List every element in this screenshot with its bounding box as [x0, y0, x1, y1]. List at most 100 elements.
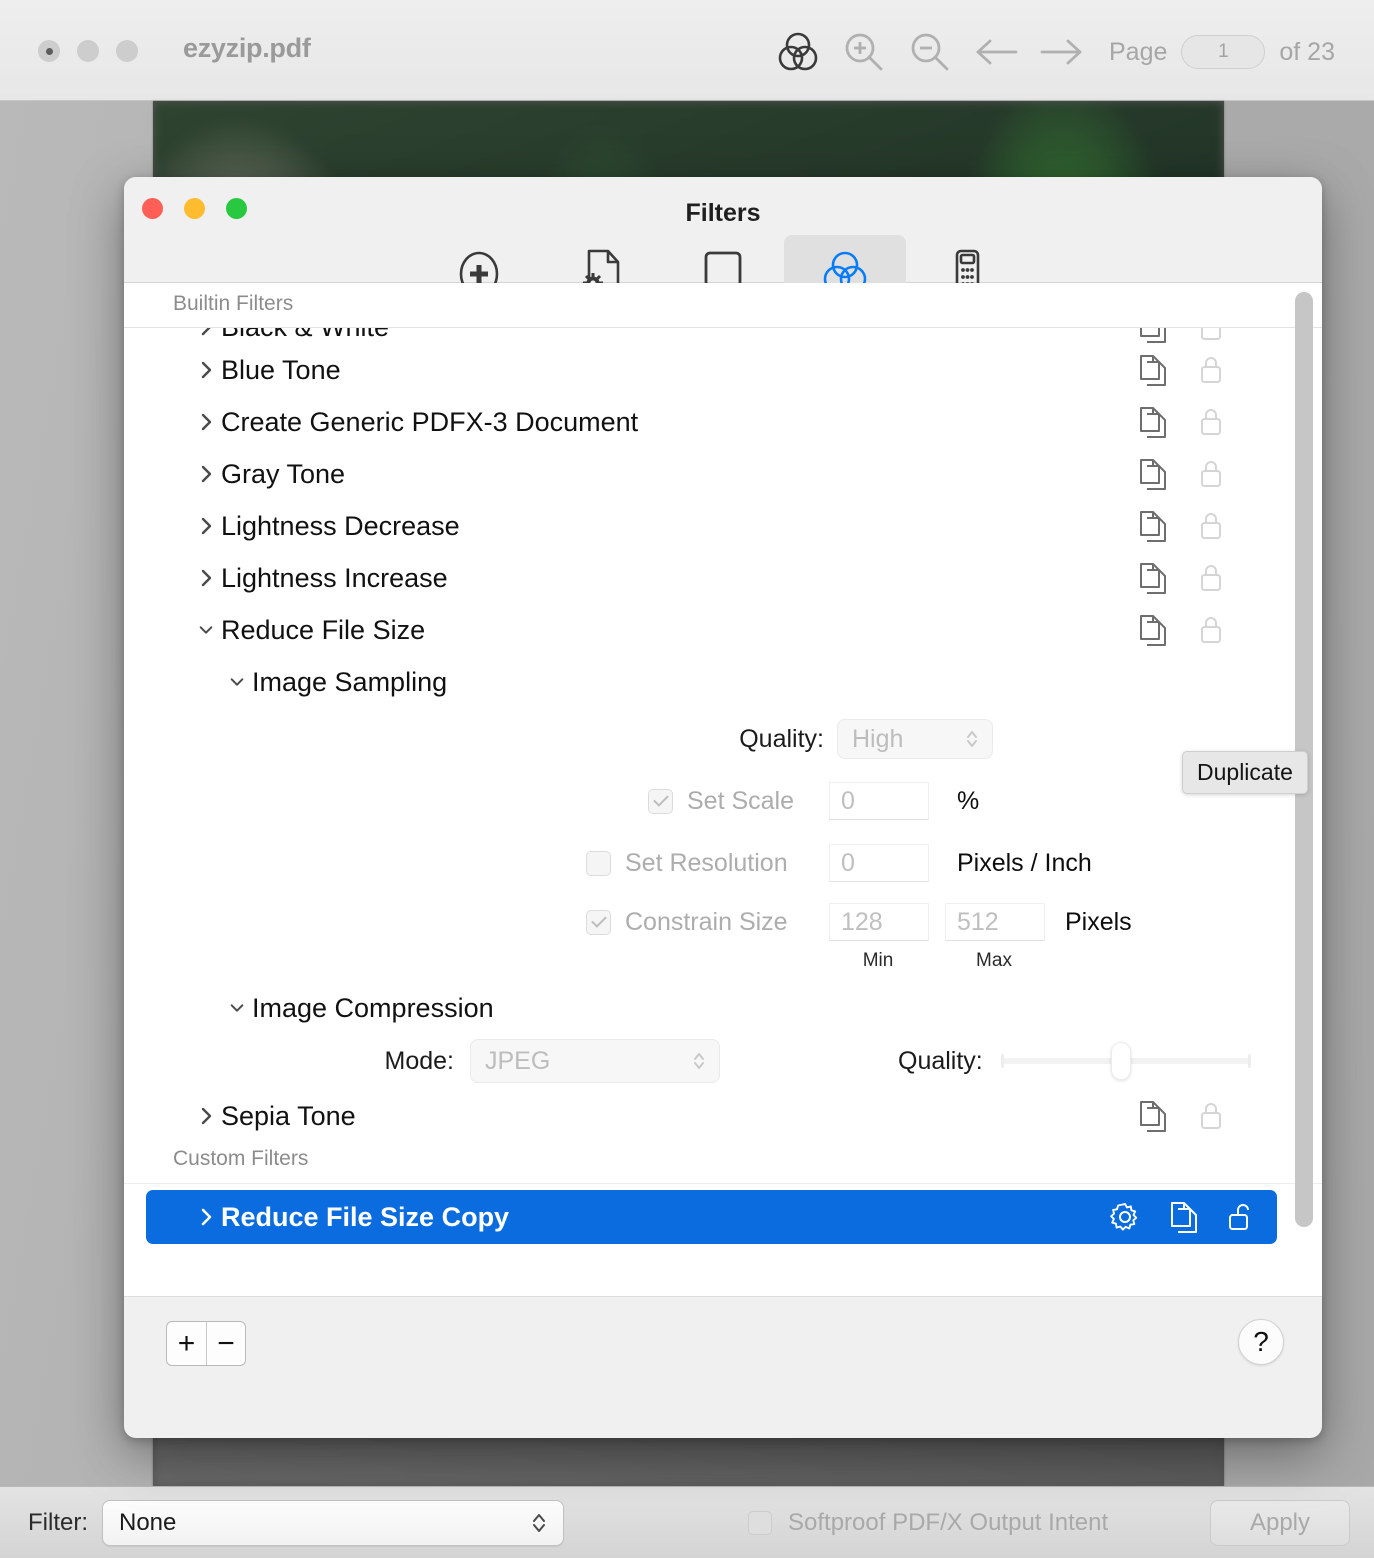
duplicate-icon[interactable]	[1138, 1099, 1168, 1133]
row-actions[interactable]	[1138, 405, 1224, 439]
chevron-right-icon[interactable]	[198, 411, 214, 433]
mode-select[interactable]: JPEG	[470, 1039, 720, 1083]
compression-quality-slider[interactable]	[1001, 1058, 1251, 1064]
set-resolution-input[interactable]: 0	[829, 844, 929, 882]
dialog-close-button[interactable]	[142, 198, 163, 219]
filter-row-lightness-decrease[interactable]: Lightness Decrease	[124, 500, 1322, 552]
row-actions[interactable]	[1138, 613, 1224, 647]
mode-value: JPEG	[485, 1047, 550, 1076]
chevron-right-icon[interactable]	[198, 463, 214, 485]
builtin-filters-label: Builtin Filters	[173, 292, 293, 316]
compression-controls-row: Mode: JPEG Quality:	[124, 1032, 1322, 1090]
constrain-size-unit: Pixels	[1065, 908, 1132, 937]
constrain-size-label: Constrain Size	[625, 908, 807, 937]
softproof-checkbox[interactable]	[748, 1511, 772, 1535]
chevron-right-icon[interactable]	[198, 1105, 214, 1127]
arrow-right-icon[interactable]	[1029, 22, 1095, 82]
quality-select[interactable]: High	[837, 719, 993, 759]
builtin-filters-header: Builtin Filters	[124, 283, 1322, 328]
set-resolution-label: Set Resolution	[625, 849, 807, 878]
filter-name: Create Generic PDFX-3 Document	[221, 407, 638, 438]
row-actions[interactable]	[1138, 457, 1224, 491]
pdf-close-button[interactable]	[38, 40, 60, 62]
duplicate-icon[interactable]	[1138, 613, 1168, 647]
dialog-window-controls[interactable]	[142, 198, 247, 219]
gear-icon[interactable]	[1109, 1201, 1141, 1233]
filters-rows: Black & White Blue Tone	[124, 328, 1322, 1296]
filter-name: Sepia Tone	[221, 1101, 356, 1132]
chevron-down-icon[interactable]	[229, 999, 245, 1017]
chevron-right-icon[interactable]	[198, 1206, 214, 1228]
pdf-window-controls[interactable]	[38, 40, 138, 62]
add-remove-group: + −	[166, 1321, 246, 1366]
color-filters-icon[interactable]	[765, 22, 831, 82]
constrain-max-input[interactable]: 512	[945, 903, 1045, 941]
add-filter-button[interactable]: +	[167, 1322, 206, 1365]
quality-value: High	[852, 725, 903, 754]
duplicate-icon[interactable]	[1138, 457, 1168, 491]
duplicate-icon[interactable]	[1138, 328, 1168, 344]
duplicate-icon[interactable]	[1138, 561, 1168, 595]
row-actions[interactable]	[1109, 1200, 1255, 1234]
filters-list-area: Builtin Filters Black & White	[124, 283, 1322, 1296]
filter-row-gray-tone[interactable]: Gray Tone	[124, 448, 1322, 500]
pdf-maximize-button[interactable]	[116, 40, 138, 62]
constrain-size-checkbox[interactable]	[586, 910, 611, 935]
lock-icon	[1198, 510, 1224, 542]
filter-name: Lightness Increase	[221, 563, 448, 594]
arrow-left-icon[interactable]	[963, 22, 1029, 82]
filters-dialog-footer: + − ?	[124, 1296, 1322, 1392]
chevron-right-icon[interactable]	[198, 328, 214, 338]
chevron-right-icon[interactable]	[198, 359, 214, 381]
filter-name: Reduce File Size Copy	[221, 1202, 509, 1233]
image-compression-header[interactable]: Image Compression	[124, 984, 1322, 1032]
set-resolution-unit: Pixels / Inch	[957, 849, 1092, 878]
duplicate-icon[interactable]	[1138, 353, 1168, 387]
chevron-down-icon[interactable]	[229, 673, 245, 691]
filter-select-value: None	[119, 1509, 176, 1537]
row-actions[interactable]	[1138, 353, 1224, 387]
filter-row-sepia-tone[interactable]: Sepia Tone	[124, 1090, 1322, 1142]
help-button[interactable]: ?	[1238, 1319, 1284, 1365]
set-resolution-checkbox[interactable]	[586, 851, 611, 876]
constrain-min-input[interactable]: 128	[829, 903, 929, 941]
custom-filters-header: Custom Filters	[124, 1142, 1322, 1184]
chevron-updown-icon	[531, 1512, 547, 1534]
row-actions[interactable]	[1138, 561, 1224, 595]
filter-row-create-generic-pdfx3-document[interactable]: Create Generic PDFX-3 Document	[124, 396, 1322, 448]
chevron-right-icon[interactable]	[198, 567, 214, 589]
row-actions[interactable]	[1138, 1099, 1224, 1133]
section-title: Image Sampling	[252, 667, 447, 698]
filter-row-blue-tone[interactable]: Blue Tone	[124, 344, 1322, 396]
slider-thumb[interactable]	[1111, 1042, 1131, 1080]
zoom-out-icon[interactable]	[897, 22, 963, 82]
duplicate-icon[interactable]	[1138, 509, 1168, 543]
set-scale-input[interactable]: 0	[829, 782, 929, 820]
pdf-minimize-button[interactable]	[77, 40, 99, 62]
duplicate-icon[interactable]	[1169, 1200, 1199, 1234]
set-scale-checkbox[interactable]	[648, 789, 673, 814]
filter-select[interactable]: None	[102, 1500, 564, 1546]
chevron-updown-icon	[965, 728, 979, 750]
chevron-down-icon[interactable]	[198, 621, 214, 639]
page-total-label: of 23	[1279, 38, 1335, 67]
chevron-right-icon[interactable]	[198, 515, 214, 537]
apply-button[interactable]: Apply	[1210, 1500, 1350, 1546]
image-sampling-header[interactable]: Image Sampling	[124, 656, 1322, 708]
unlock-icon[interactable]	[1227, 1201, 1255, 1233]
dialog-maximize-button[interactable]	[226, 198, 247, 219]
page-number-input[interactable]: 1	[1181, 35, 1265, 69]
filter-row-lightness-increase[interactable]: Lightness Increase	[124, 552, 1322, 604]
mode-label: Mode:	[124, 1047, 454, 1076]
row-actions[interactable]	[1138, 328, 1224, 344]
lock-icon	[1198, 562, 1224, 594]
zoom-in-icon[interactable]	[831, 22, 897, 82]
lock-icon	[1198, 614, 1224, 646]
duplicate-icon[interactable]	[1138, 405, 1168, 439]
filter-row-reduce-file-size-copy[interactable]: Reduce File Size Copy	[146, 1190, 1277, 1244]
row-actions[interactable]	[1138, 509, 1224, 543]
remove-filter-button[interactable]: −	[206, 1322, 245, 1365]
filter-row-reduce-file-size[interactable]: Reduce File Size	[124, 604, 1322, 656]
filter-row-black-and-white[interactable]: Black & White	[124, 328, 1322, 344]
dialog-minimize-button[interactable]	[184, 198, 205, 219]
